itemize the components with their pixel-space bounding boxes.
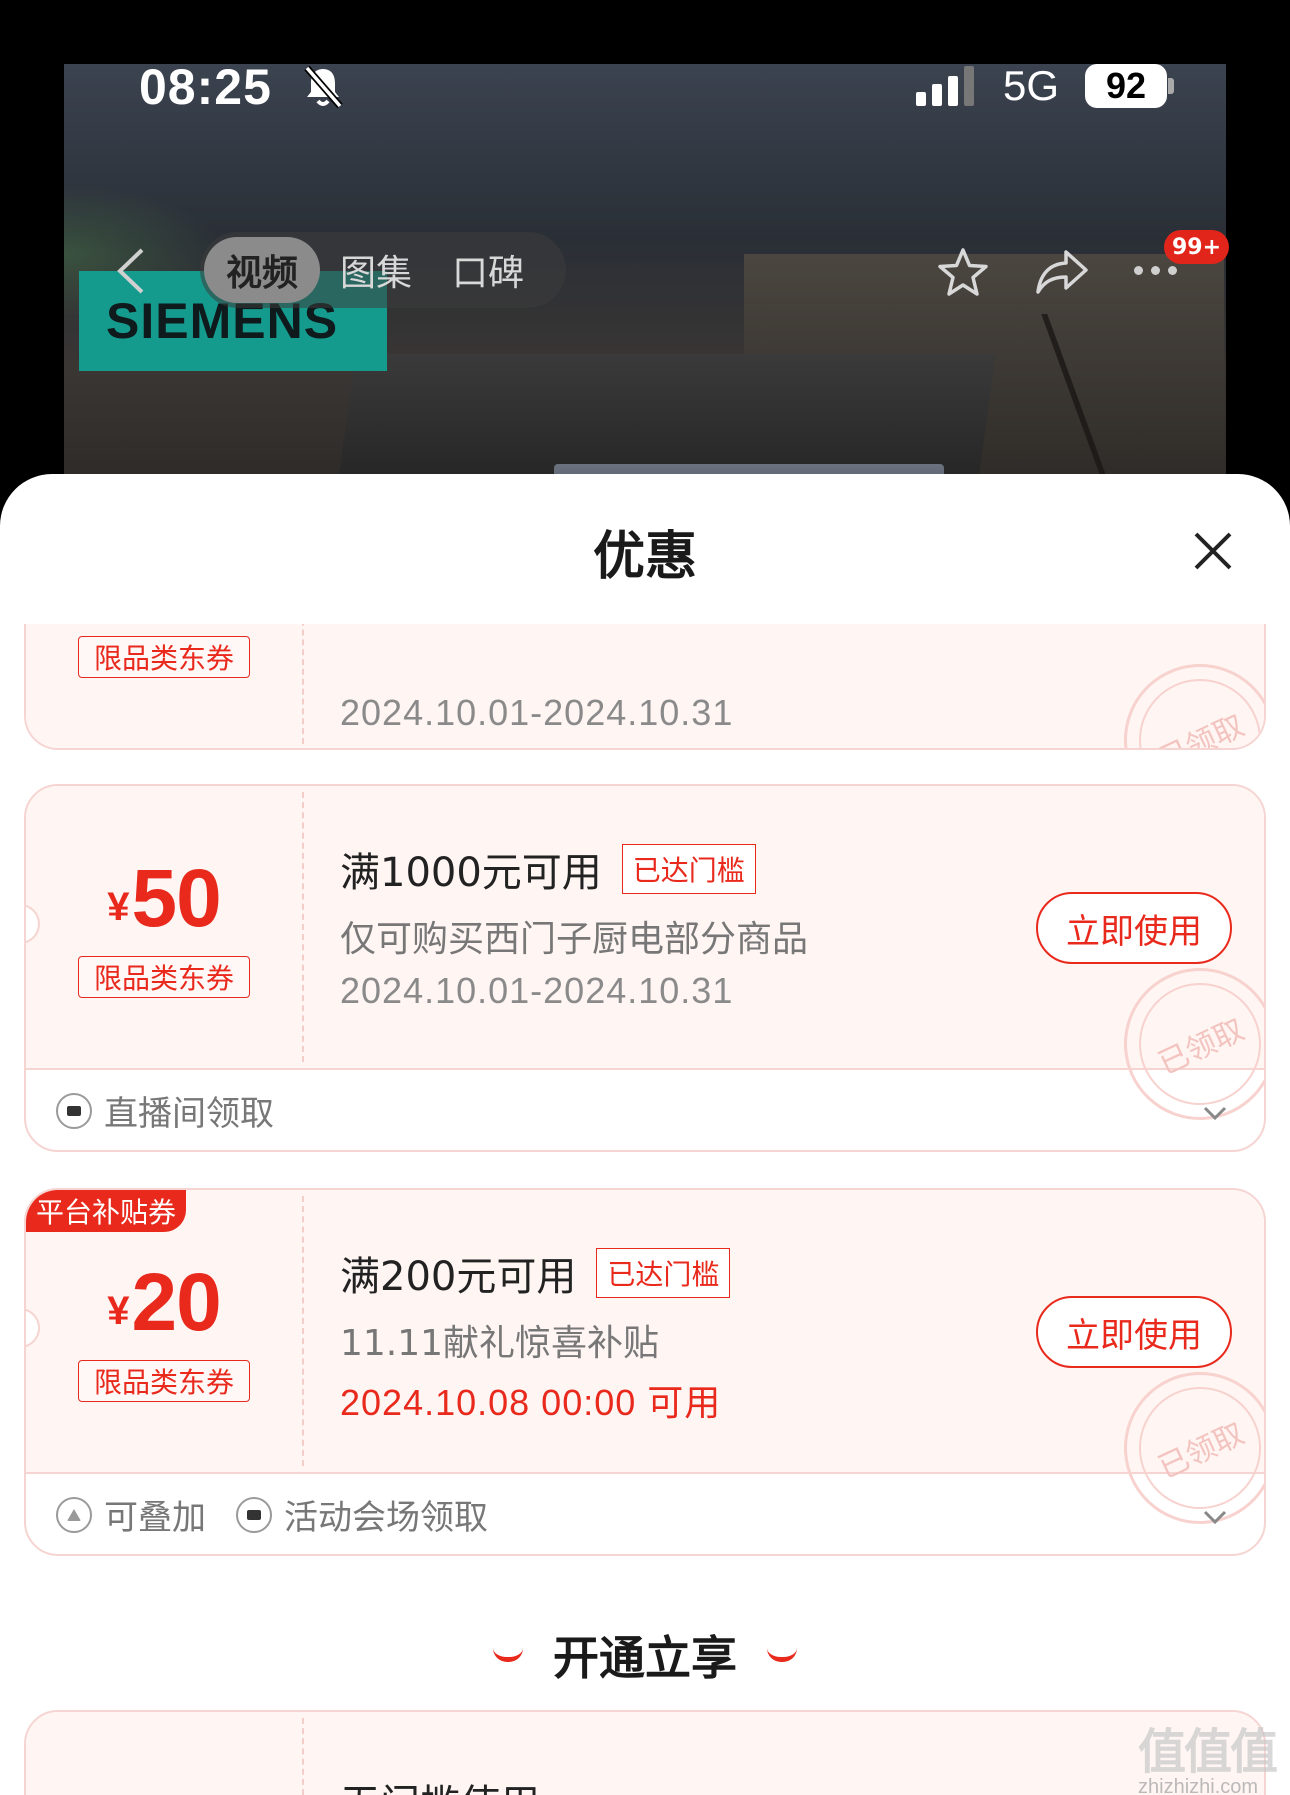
- cellular-signal-icon: [916, 66, 974, 106]
- coupon-divider: [302, 1718, 304, 1795]
- chevron-down-icon[interactable]: [1202, 1100, 1228, 1126]
- use-now-button[interactable]: 立即使用: [1036, 892, 1232, 964]
- stackable-label: 可叠加: [104, 1498, 206, 1538]
- tab-reviews[interactable]: 口碑: [432, 237, 544, 303]
- coupon-footer: 可叠加 活动会场领取: [56, 1490, 488, 1539]
- coupon-divider: [302, 792, 304, 1062]
- use-now-button[interactable]: 立即使用: [1036, 1296, 1232, 1368]
- section-title: 开通立享: [553, 1631, 737, 1685]
- stamp-text: 已领取: [1153, 1416, 1250, 1487]
- network-type: 5G: [1003, 62, 1060, 109]
- stamp-text: 已领取: [1153, 708, 1250, 750]
- site-watermark: 值值值 zhizhizhi.com: [1138, 1712, 1278, 1795]
- coupon-body: 平台补贴券 ¥20 限品类东券 满200元可用 已达门槛 11.11献礼惊喜补贴…: [26, 1190, 1264, 1549]
- coupon-body: 无门槛使用: [26, 1712, 1264, 1795]
- source-label: 直播间领取: [104, 1094, 274, 1134]
- status-time: 08:25: [139, 59, 272, 115]
- ticket-icon: [236, 1496, 272, 1533]
- share-icon[interactable]: [1034, 246, 1090, 296]
- amount-value: 20: [131, 1257, 222, 1348]
- coupon-condition: 满200元可用: [340, 1254, 577, 1300]
- watermark-logo: 值值值: [1138, 1726, 1278, 1779]
- stamp-text: 已领取: [1153, 1012, 1250, 1083]
- coupon-card: 平台补贴券 ¥20 限品类东券 满200元可用 已达门槛 11.11献礼惊喜补贴…: [24, 1188, 1266, 1556]
- coupon-condition: 无门槛使用: [340, 1772, 540, 1795]
- claimed-stamp: 已领取: [1099, 639, 1264, 750]
- source-label: 活动会场领取: [284, 1498, 488, 1538]
- ticket-icon: [56, 1092, 92, 1129]
- platform-subsidy-label: 平台补贴券: [26, 1190, 187, 1232]
- category-tag: 限品类东券: [78, 636, 250, 678]
- favorite-star-icon[interactable]: [936, 246, 990, 300]
- coupon-card: 限品类东券 2024.10.01-2024.10.31 已领取: [24, 624, 1266, 750]
- coupon-card: 无门槛使用: [24, 1710, 1266, 1795]
- coupon-description: 11.11献礼惊喜补贴: [340, 1323, 660, 1364]
- notification-badge: 99+: [1164, 230, 1230, 264]
- category-tag: 限品类东券: [78, 956, 250, 998]
- validity-date: 2024.10.01-2024.10.31: [340, 970, 734, 1011]
- coupon-amount: ¥20: [26, 1256, 302, 1350]
- coupon-card: ¥50 限品类东券 满1000元可用 已达门槛 仅可购买西门子厨电部分商品 20…: [24, 784, 1266, 1152]
- stack-up-icon: [56, 1496, 92, 1533]
- tab-video[interactable]: 视频: [204, 237, 321, 303]
- chevron-down-icon[interactable]: [1202, 1504, 1228, 1530]
- category-tag: 限品类东券: [78, 1360, 250, 1402]
- decor-smile-icon: [493, 1648, 523, 1662]
- battery-level: 92: [1085, 64, 1167, 108]
- coupon-condition-row: 满200元可用 已达门槛: [340, 1244, 731, 1302]
- media-tabs: 视频 图集 口碑: [200, 232, 566, 308]
- claimed-stamp: 已领取: [1099, 1347, 1264, 1549]
- amount-value: 50: [131, 853, 222, 944]
- coupon-body: 限品类东券 2024.10.01-2024.10.31 已领取: [26, 624, 1264, 750]
- coupon-footer: 直播间领取: [56, 1086, 274, 1135]
- currency-symbol: ¥: [107, 885, 130, 929]
- coupon-description: 仅可购买西门子厨电部分商品: [340, 919, 809, 960]
- threshold-reached-tag: 已达门槛: [596, 1248, 731, 1298]
- coupon-condition-row: 满1000元可用 已达门槛: [340, 840, 756, 898]
- section-header: 开通立享: [0, 1622, 1290, 1688]
- coupon-amount: ¥50: [26, 852, 302, 946]
- available-from-date: 2024.10.08 00:00 可用: [340, 1382, 722, 1423]
- coupon-body: ¥50 限品类东券 满1000元可用 已达门槛 仅可购买西门子厨电部分商品 20…: [26, 786, 1264, 1145]
- coupon-condition: 满1000元可用: [340, 850, 602, 896]
- close-icon[interactable]: [1190, 528, 1236, 574]
- decor-smile-icon: [767, 1648, 797, 1662]
- coupon-divider: [302, 624, 304, 744]
- coupon-condition-row: 无门槛使用: [340, 1772, 540, 1795]
- stackable-info: 可叠加: [56, 1490, 206, 1539]
- source-info: 活动会场领取: [236, 1490, 488, 1539]
- sheet-title: 优惠: [592, 527, 697, 587]
- watermark-url: zhizhizhi.com: [1138, 1776, 1259, 1795]
- coupon-sheet: 优惠 限品类东券 2024.10.01-2024.10.31 已领取 ¥50 限…: [0, 474, 1290, 1795]
- validity-date: 2024.10.01-2024.10.31: [340, 692, 734, 733]
- coupon-divider: [302, 1196, 304, 1466]
- mute-bell-icon: [304, 65, 343, 109]
- back-arrow-icon[interactable]: [112, 246, 152, 296]
- coupon-list[interactable]: 限品类东券 2024.10.01-2024.10.31 已领取 ¥50 限品类东…: [0, 624, 1290, 1795]
- battery-icon: [1168, 78, 1174, 94]
- claimed-stamp: 已领取: [1099, 943, 1264, 1145]
- tab-gallery[interactable]: 图集: [320, 237, 432, 303]
- source-info: 直播间领取: [56, 1086, 274, 1135]
- currency-symbol: ¥: [107, 1289, 130, 1333]
- threshold-reached-tag: 已达门槛: [621, 844, 756, 894]
